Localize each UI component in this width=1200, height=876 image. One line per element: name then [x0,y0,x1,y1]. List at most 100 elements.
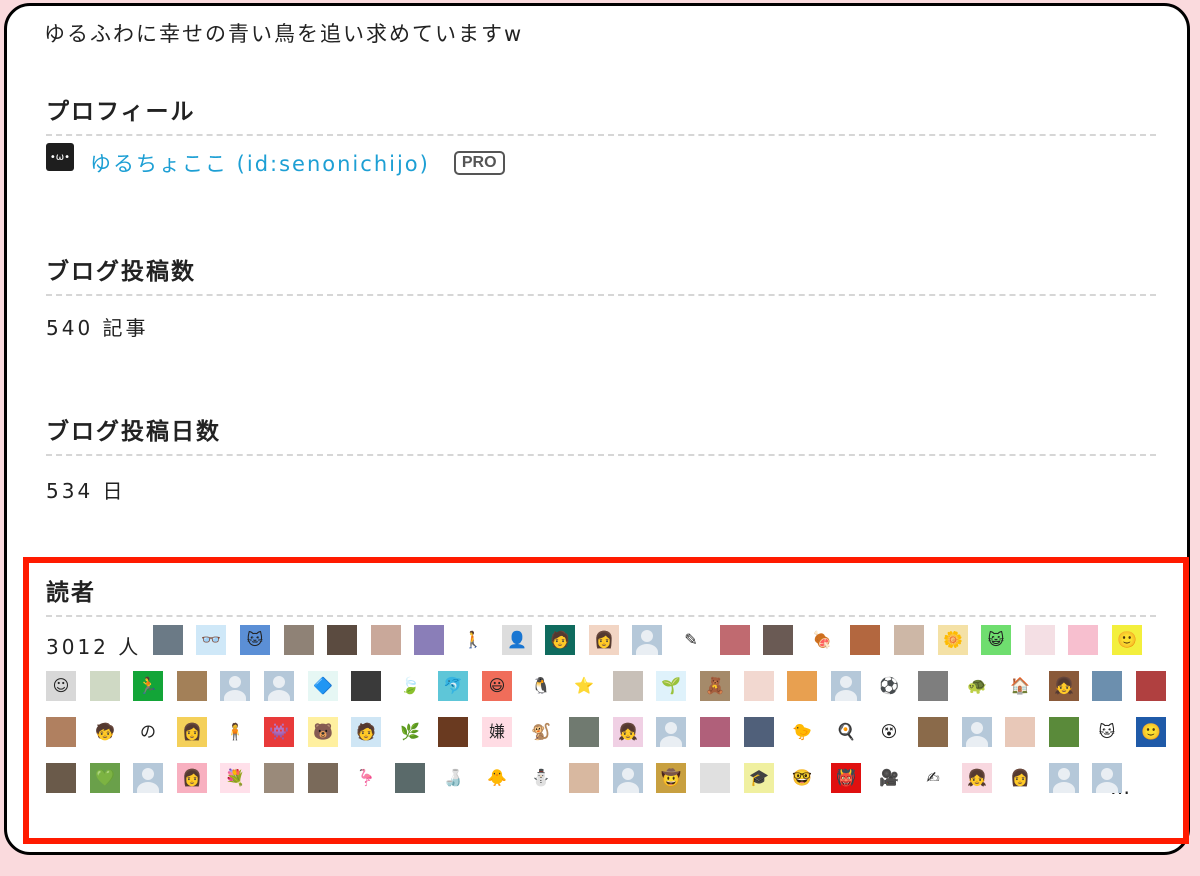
reader-no-icon[interactable]: の [133,717,163,747]
reader-desk-photo-icon[interactable] [918,717,948,747]
reader-glasses-boy-icon[interactable]: 🤓 [787,763,817,793]
reader-cherry-icon[interactable] [744,671,774,701]
reader-yellow-flower-icon[interactable]: 🌼 [938,625,968,655]
reader-default-icon[interactable] [264,671,294,701]
reader-woman-photo-icon[interactable] [371,625,401,655]
reader-sketch-icon[interactable]: ✎ [676,625,706,655]
reader-default-icon[interactable] [962,717,992,747]
reader-girl-photo-icon[interactable] [850,625,880,655]
reader-pink-girl-icon[interactable] [1068,625,1098,655]
reader-forest-icon[interactable] [1049,717,1079,747]
reader-cat-photo-icon[interactable] [284,625,314,655]
reader-pink-hair-icon[interactable]: 👩 [177,763,207,793]
reader-default-icon[interactable] [656,717,686,747]
reader-cute-girl-icon[interactable]: 👧 [962,763,992,793]
reader-crayon-icon[interactable]: 😃 [482,671,512,701]
reader-bear-icon[interactable]: 🐻 [308,717,338,747]
reader-blue-logo-icon[interactable]: 🔷 [308,671,338,701]
reader-anime-icon[interactable]: 👤 [502,625,532,655]
reader-flower-icon[interactable] [720,625,750,655]
reader-house-icon[interactable]: 🏠 [1005,671,1035,701]
reader-bottles-icon[interactable]: 🍶 [438,763,468,793]
reader-cat-white-icon[interactable]: 🐱 [1092,717,1122,747]
reader-default-icon[interactable] [1049,763,1079,793]
reader-green-heart-icon[interactable]: 💚 [90,763,120,793]
reader-stripe-icon[interactable]: 🧑 [351,717,381,747]
reader-yellow-bird-icon[interactable]: 🐥 [482,763,512,793]
reader-stomach-icon[interactable]: 🍖 [807,625,837,655]
reader-street-icon[interactable] [308,763,338,793]
reader-book-photo-icon[interactable] [613,671,643,701]
reader-young-man-icon[interactable] [569,763,599,793]
reader-egg-icon[interactable]: 🍳 [831,717,861,747]
reader-star-icon[interactable]: ⭐ [569,671,599,701]
reader-plant-pot-icon[interactable]: 🌱 [656,671,686,701]
reader-room-icon[interactable] [763,625,793,655]
reader-red-photo-icon[interactable] [1136,671,1166,701]
reader-pink-flower-photo-icon[interactable] [46,717,76,747]
reader-face-bw-icon[interactable] [46,763,76,793]
reader-red-mask-icon[interactable]: 👹 [831,763,861,793]
reader-default-icon[interactable] [1092,763,1122,793]
reader-cat-round-icon[interactable] [569,717,599,747]
reader-dog-photo-icon[interactable] [438,717,468,747]
reader-pink-icon[interactable] [1025,625,1055,655]
reader-building-icon[interactable] [1092,671,1122,701]
reader-gray-face-icon[interactable]: ☺ [46,671,76,701]
reader-exit-icon[interactable]: 🏃 [133,671,163,701]
reader-teddy-icon[interactable]: 🧸 [700,671,730,701]
reader-default-icon[interactable] [220,671,250,701]
reader-kanji-icon[interactable]: 嫌 [482,717,512,747]
reader-camera-icon[interactable]: 🎥 [874,763,904,793]
reader-glasses-icon[interactable]: 👓 [196,625,226,655]
reader-default-icon[interactable] [133,763,163,793]
reader-bouquet-icon[interactable]: 💐 [220,763,250,793]
reader-girl-face-icon[interactable] [1005,717,1035,747]
reader-red-monster-icon[interactable]: 👾 [264,717,294,747]
reader-woman-icon[interactable]: 👩 [589,625,619,655]
reader-bob-hair-icon[interactable]: 👩 [1005,763,1035,793]
reader-glasses-man-icon[interactable]: 🧑 [545,625,575,655]
reader-man-photo-icon[interactable] [327,625,357,655]
reader-sketch-face-icon[interactable] [700,763,730,793]
profile-link[interactable]: ゆるちょここ (id:senonichijo) [90,148,430,178]
reader-yellow-face-icon[interactable]: 🙂 [1112,625,1142,655]
reader-blue-man-icon[interactable]: 🙂 [1136,717,1166,747]
reader-monkey-icon[interactable]: 🐒 [526,717,556,747]
reader-default-icon[interactable] [632,625,662,655]
reader-dancer-icon[interactable]: 🦩 [351,763,381,793]
reader-dolphin-icon[interactable]: 🐬 [438,671,468,701]
reader-chick-icon[interactable]: 🐤 [787,717,817,747]
reader-green-cat-icon[interactable]: 😺 [981,625,1011,655]
reader-face-photo-icon[interactable] [894,625,924,655]
reader-line-art-icon[interactable]: ✍ [918,763,948,793]
reader-figure-icon[interactable]: 🚶 [458,625,488,655]
reader-cherry-blossom-icon[interactable] [700,717,730,747]
reader-plant-icon[interactable] [90,671,120,701]
reader-ghost-icon[interactable]: 😵 [874,717,904,747]
reader-man-bw-icon[interactable] [351,671,381,701]
reader-snowman-icon[interactable]: ⛄ [526,763,556,793]
reader-default-icon[interactable] [831,671,861,701]
reader-long-hair-icon[interactable]: 👩 [177,717,207,747]
pro-badge[interactable]: PRO [453,151,505,175]
user-avatar-icon[interactable]: •ω• [46,143,74,171]
reader-pastel-girl-icon[interactable]: 👧 [613,717,643,747]
reader-cat-icon[interactable]: 🐱 [240,625,270,655]
reader-photo-icon[interactable] [153,625,183,655]
reader-dvd-icon[interactable] [414,625,444,655]
reader-girl-frame-icon[interactable]: 👧 [1049,671,1079,701]
reader-soccer-icon[interactable]: ⚽ [874,671,904,701]
reader-turtle-icon[interactable]: 🐢 [962,671,992,701]
reader-sunset-icon[interactable] [787,671,817,701]
reader-leaf-icon[interactable]: 🍃 [395,671,425,701]
reader-office-icon[interactable] [395,763,425,793]
reader-graduate-icon[interactable]: 🎓 [744,763,774,793]
reader-default-icon[interactable] [613,763,643,793]
reader-lake-icon[interactable] [744,717,774,747]
reader-camel-icon[interactable] [177,671,207,701]
reader-glasses-photo-icon[interactable] [918,671,948,701]
reader-man-doorway-icon[interactable] [264,763,294,793]
reader-lego-icon[interactable]: 🤠 [656,763,686,793]
reader-green-circle-icon[interactable]: 🌿 [395,717,425,747]
